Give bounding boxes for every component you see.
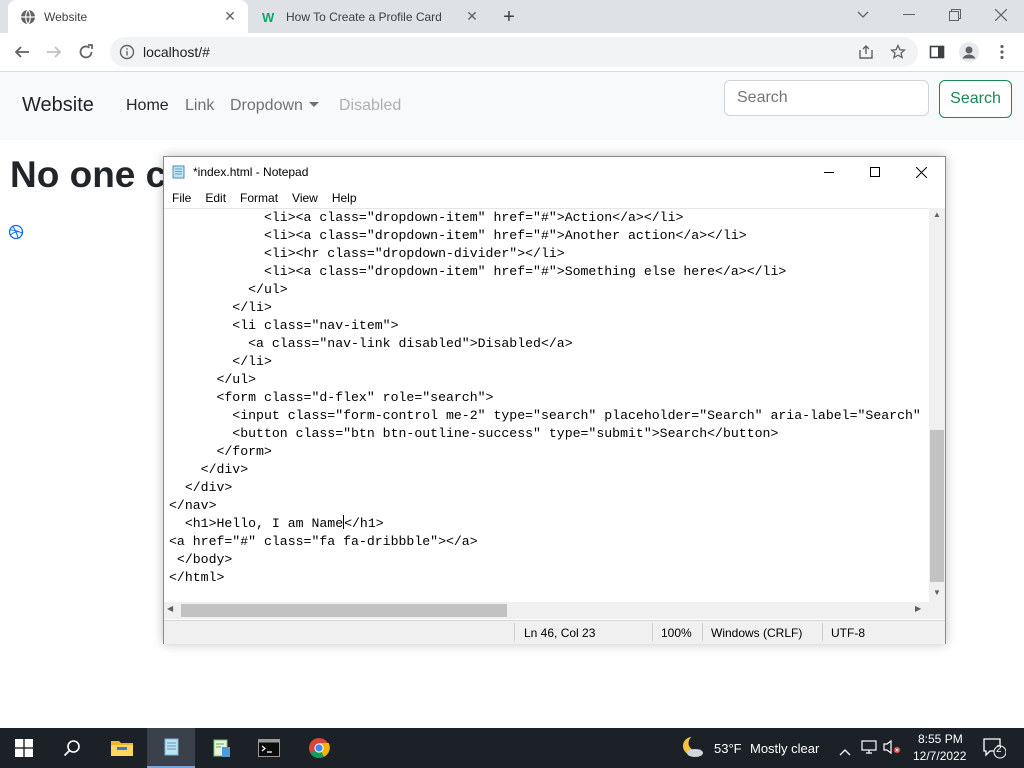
w3schools-icon: W bbox=[262, 9, 278, 25]
tab-profile-card[interactable]: W How To Create a Profile Card ✕ bbox=[250, 0, 490, 33]
page-heading: No one c bbox=[10, 154, 167, 195]
nav-link-disabled: Disabled bbox=[339, 97, 402, 114]
status-divider bbox=[702, 623, 703, 641]
scrollbar-corner bbox=[929, 602, 945, 619]
network-icon[interactable] bbox=[861, 739, 877, 760]
close-tab-icon[interactable]: ✕ bbox=[464, 8, 480, 25]
notepad-icon bbox=[172, 165, 186, 179]
taskbar-search-icon[interactable] bbox=[48, 728, 96, 768]
clock-date[interactable]: 12/7/2022 bbox=[913, 749, 966, 763]
status-divider bbox=[652, 623, 653, 641]
vertical-scroll-thumb[interactable] bbox=[930, 430, 944, 582]
navbar-brand[interactable]: Website bbox=[22, 94, 94, 117]
notepad-maximize-icon[interactable] bbox=[852, 157, 898, 187]
status-position: Ln 46, Col 23 bbox=[524, 626, 596, 640]
vertical-scrollbar[interactable]: ▲ ▼ bbox=[929, 208, 945, 602]
site-search-input[interactable] bbox=[724, 80, 929, 116]
horizontal-scroll-thumb[interactable] bbox=[181, 604, 507, 617]
weather-description[interactable]: Mostly clear bbox=[750, 741, 819, 756]
dribbble-icon[interactable] bbox=[8, 224, 24, 240]
horizontal-scrollbar[interactable]: ◀ ▶ bbox=[164, 602, 929, 619]
status-divider bbox=[822, 623, 823, 641]
forward-arrow-icon[interactable] bbox=[42, 41, 66, 63]
close-tab-icon[interactable]: ✕ bbox=[222, 8, 238, 25]
file-explorer-icon[interactable] bbox=[98, 728, 146, 768]
scroll-down-icon[interactable]: ▼ bbox=[929, 588, 945, 600]
menu-view[interactable]: View bbox=[284, 187, 324, 207]
code-text: <li><a class="dropdown-item" href="#">Ac… bbox=[169, 209, 921, 587]
code-before-cursor: <li><a class="dropdown-item" href="#">Ac… bbox=[169, 210, 921, 531]
side-panel-icon[interactable] bbox=[926, 41, 948, 63]
weather-moon-icon[interactable] bbox=[681, 735, 705, 763]
site-search-button[interactable]: Search bbox=[939, 80, 1012, 118]
profile-avatar-icon[interactable] bbox=[958, 41, 980, 63]
site-navbar: Website Home Link Dropdown Disabled Sear… bbox=[0, 72, 1024, 140]
nav-dropdown[interactable]: Dropdown bbox=[230, 97, 319, 115]
scroll-right-icon[interactable]: ▶ bbox=[915, 604, 921, 613]
status-encoding: UTF-8 bbox=[831, 626, 865, 640]
notification-count: 2 bbox=[996, 744, 1002, 755]
bookmark-star-icon[interactable] bbox=[887, 41, 909, 63]
restore-icon[interactable] bbox=[932, 0, 978, 30]
address-bar[interactable]: localhost/# bbox=[110, 37, 918, 67]
weather-temperature[interactable]: 53°F bbox=[714, 741, 742, 756]
windows-taskbar: 53°F Mostly clear 8:55 PM 12/7/2022 2 bbox=[0, 728, 1024, 768]
tab-website[interactable]: Website ✕ bbox=[8, 0, 248, 33]
notification-center-icon[interactable] bbox=[982, 737, 1007, 764]
share-icon[interactable] bbox=[855, 41, 877, 63]
info-icon[interactable] bbox=[119, 44, 135, 60]
caret-down-icon bbox=[308, 102, 319, 107]
tab-title: Website bbox=[44, 9, 88, 24]
tab-search-icon[interactable] bbox=[840, 0, 886, 30]
globe-icon bbox=[20, 9, 36, 25]
minimize-icon[interactable] bbox=[886, 0, 932, 30]
scroll-left-icon[interactable]: ◀ bbox=[167, 604, 173, 613]
status-divider bbox=[514, 623, 515, 641]
notepad-title: *index.html - Notepad bbox=[193, 165, 309, 179]
command-prompt-icon[interactable] bbox=[245, 728, 293, 768]
notepad-title-bar[interactable]: *index.html - Notepad bbox=[164, 157, 945, 187]
notepad-text-area[interactable]: <li><a class="dropdown-item" href="#">Ac… bbox=[164, 208, 929, 603]
nav-link-link[interactable]: Link bbox=[185, 97, 214, 115]
new-tab-button[interactable]: + bbox=[498, 6, 520, 28]
chrome-icon[interactable] bbox=[295, 728, 343, 768]
chevron-up-icon[interactable] bbox=[839, 743, 851, 761]
notepad-menu-bar: File Edit Format View Help bbox=[164, 187, 945, 207]
url-text: localhost/# bbox=[143, 44, 210, 60]
kebab-menu-icon[interactable] bbox=[991, 41, 1013, 63]
close-window-icon[interactable] bbox=[978, 0, 1024, 30]
notepad-minimize-icon[interactable] bbox=[806, 157, 852, 187]
reload-icon[interactable] bbox=[74, 41, 98, 63]
menu-help[interactable]: Help bbox=[324, 187, 363, 207]
scroll-up-icon[interactable]: ▲ bbox=[929, 210, 945, 222]
browser-tab-bar: Website ✕ W How To Create a Profile Card… bbox=[0, 0, 1024, 33]
notepad-status-bar: Ln 46, Col 23 100% Windows (CRLF) UTF-8 bbox=[164, 620, 945, 644]
status-zoom: 100% bbox=[661, 626, 692, 640]
windows-start-icon[interactable] bbox=[0, 728, 48, 768]
clock-time[interactable]: 8:55 PM bbox=[918, 732, 963, 746]
back-arrow-icon[interactable] bbox=[10, 41, 34, 63]
menu-file[interactable]: File bbox=[164, 187, 197, 207]
tab-title: How To Create a Profile Card bbox=[286, 9, 442, 24]
notepad-plus-icon[interactable] bbox=[197, 728, 245, 768]
menu-edit[interactable]: Edit bbox=[197, 187, 232, 207]
status-line-ending: Windows (CRLF) bbox=[711, 626, 803, 640]
notepad-window[interactable]: *index.html - Notepad File Edit Format V… bbox=[163, 156, 946, 644]
nav-link-home[interactable]: Home bbox=[126, 97, 169, 115]
notepad-taskbar-icon[interactable] bbox=[147, 728, 195, 768]
menu-format[interactable]: Format bbox=[232, 187, 284, 207]
nav-dropdown-label: Dropdown bbox=[230, 97, 303, 114]
notepad-close-icon[interactable] bbox=[898, 157, 944, 187]
volume-muted-icon[interactable] bbox=[883, 739, 901, 760]
svg-text:W: W bbox=[262, 10, 275, 25]
browser-toolbar: localhost/# bbox=[0, 33, 1024, 72]
